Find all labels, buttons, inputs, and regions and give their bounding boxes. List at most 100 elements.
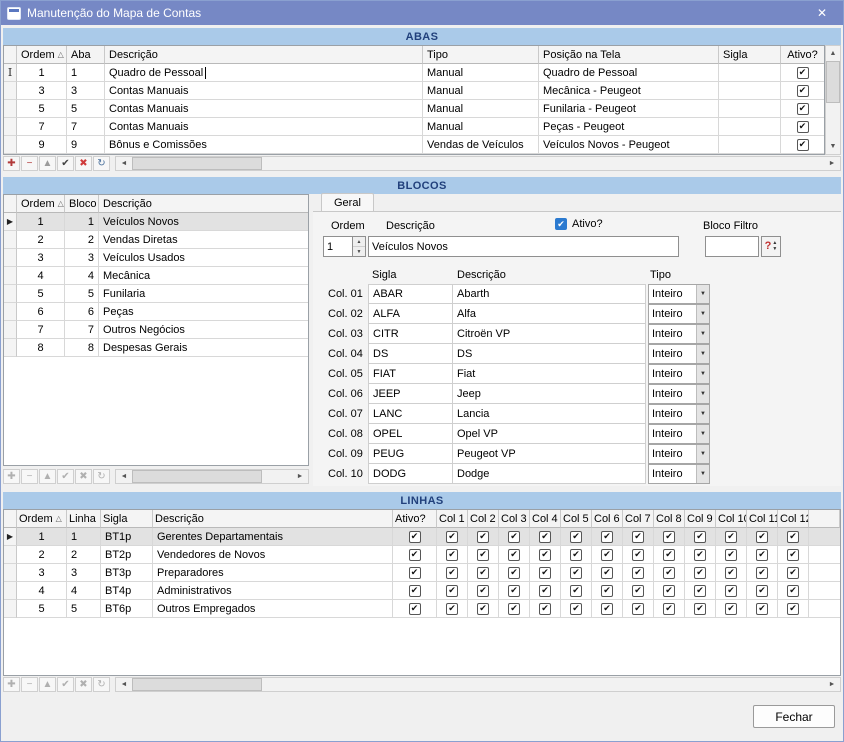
cell-ativo[interactable]: ✔ bbox=[781, 64, 824, 82]
col-checkbox[interactable]: ✔ bbox=[725, 530, 737, 543]
ativo-checkbox[interactable]: ✔ bbox=[796, 102, 809, 115]
cols-grid-row[interactable]: Col. 06 JEEP Jeep Inteiro ▼ bbox=[328, 384, 710, 404]
cell[interactable]: Outros Empregados bbox=[153, 600, 393, 618]
col-checkbox[interactable]: ✔ bbox=[756, 566, 768, 579]
cell[interactable] bbox=[719, 136, 781, 154]
col-checkbox[interactable]: ✔ bbox=[787, 530, 799, 543]
col-checkbox[interactable]: ✔ bbox=[663, 584, 675, 597]
cell[interactable]: 5 bbox=[17, 285, 65, 303]
cell-col-check[interactable]: ✔ bbox=[778, 600, 809, 618]
cell[interactable]: 6 bbox=[65, 303, 99, 321]
col-checkbox[interactable]: ✔ bbox=[663, 602, 675, 615]
cell-col-check[interactable]: ✔ bbox=[592, 600, 623, 618]
cell-col-check[interactable]: ✔ bbox=[530, 564, 561, 582]
blocos-table-row[interactable]: 2 2 Vendas Diretas bbox=[4, 231, 308, 249]
linhas-column-header[interactable]: Col 7 bbox=[623, 510, 654, 528]
tipo-dropdown[interactable]: Inteiro ▼ bbox=[648, 364, 710, 384]
cell-col-check[interactable]: ✔ bbox=[437, 582, 468, 600]
cell[interactable]: BT3p bbox=[101, 564, 153, 582]
cell-col-check[interactable]: ✔ bbox=[623, 564, 654, 582]
scroll-up-button[interactable]: ▲ bbox=[826, 46, 840, 61]
descricao-cell[interactable]: Dodge bbox=[453, 464, 646, 484]
cell-col-check[interactable]: ✔ bbox=[623, 600, 654, 618]
cell-col-check[interactable]: ✔ bbox=[716, 546, 747, 564]
cell[interactable]: 3 bbox=[67, 82, 105, 100]
scroll-left-button[interactable]: ◄ bbox=[116, 470, 132, 483]
descricao-cell[interactable]: Lancia bbox=[453, 404, 646, 424]
cell-col-check[interactable]: ✔ bbox=[747, 600, 778, 618]
scrollbar-thumb[interactable] bbox=[132, 470, 262, 483]
col-checkbox[interactable]: ✔ bbox=[787, 602, 799, 615]
cell-col-check[interactable]: ✔ bbox=[716, 528, 747, 546]
close-dialog-button[interactable]: Fechar bbox=[753, 705, 835, 728]
chevron-down-icon[interactable]: ▼ bbox=[696, 385, 709, 403]
linhas-column-header[interactable]: Col 8 bbox=[654, 510, 685, 528]
cell[interactable]: 5 bbox=[65, 285, 99, 303]
cell[interactable]: 3 bbox=[17, 82, 67, 100]
cell-col-check[interactable]: ✔ bbox=[685, 546, 716, 564]
col-checkbox[interactable]: ✔ bbox=[663, 566, 675, 579]
tipo-dropdown[interactable]: Inteiro ▼ bbox=[648, 384, 710, 404]
abas-table-row[interactable]: I 1 1 Quadro de Pessoal Manual Quadro de Pess… bbox=[4, 64, 824, 82]
linhas-column-header[interactable]: Col 12 bbox=[778, 510, 809, 528]
col-checkbox[interactable]: ✔ bbox=[446, 548, 458, 561]
tipo-dropdown[interactable]: Inteiro ▼ bbox=[648, 344, 710, 364]
cell-col-check[interactable]: ✔ bbox=[778, 528, 809, 546]
cell[interactable]: Preparadores bbox=[153, 564, 393, 582]
cell-col-check[interactable]: ✔ bbox=[654, 528, 685, 546]
cell-col-check[interactable]: ✔ bbox=[437, 564, 468, 582]
cell[interactable]: 1 bbox=[17, 64, 67, 82]
col-checkbox[interactable]: ✔ bbox=[787, 566, 799, 579]
col-checkbox[interactable]: ✔ bbox=[446, 602, 458, 615]
cell[interactable]: 9 bbox=[17, 136, 67, 154]
linhas-column-header[interactable]: Ordem △ bbox=[17, 510, 67, 528]
cell-col-check[interactable]: ✔ bbox=[592, 546, 623, 564]
cell[interactable]: 4 bbox=[65, 267, 99, 285]
cell[interactable]: Contas Manuais bbox=[105, 100, 423, 118]
cell[interactable]: 7 bbox=[67, 118, 105, 136]
col-checkbox[interactable]: ✔ bbox=[477, 548, 489, 561]
scroll-down-button[interactable]: ▼ bbox=[826, 139, 840, 154]
linhas-column-header[interactable]: Col 2 bbox=[468, 510, 499, 528]
cols-grid-row[interactable]: Col. 08 OPEL Opel VP Inteiro ▼ bbox=[328, 424, 710, 444]
horizontal-scrollbar[interactable]: ◄ ► bbox=[115, 677, 841, 692]
spinner-down-icon[interactable]: ▼ bbox=[353, 247, 365, 256]
col-checkbox[interactable]: ✔ bbox=[632, 602, 644, 615]
linhas-column-header[interactable]: Col 6 bbox=[592, 510, 623, 528]
cell[interactable]: 1 bbox=[17, 213, 65, 231]
linhas-table-row[interactable]: ▶ 1 1 BT1p Gerentes Departamentais ✔ ✔ ✔ ✔ ✔ ✔ ✔ ✔ ✔ ✔… bbox=[4, 528, 840, 546]
col-checkbox[interactable]: ✔ bbox=[539, 584, 551, 597]
abas-column-header[interactable]: Sigla bbox=[719, 46, 781, 64]
refresh-button[interactable]: ↻ bbox=[93, 469, 110, 484]
cell-col-check[interactable]: ✔ bbox=[778, 582, 809, 600]
scrollbar-thumb[interactable] bbox=[132, 157, 262, 170]
col-checkbox[interactable]: ✔ bbox=[663, 530, 675, 543]
linhas-column-header[interactable]: Col 9 bbox=[685, 510, 716, 528]
sigla-cell[interactable]: DODG bbox=[368, 464, 453, 484]
col-checkbox[interactable]: ✔ bbox=[477, 566, 489, 579]
descricao-cell[interactable]: DS bbox=[453, 344, 646, 364]
tipo-dropdown[interactable]: Inteiro ▼ bbox=[648, 284, 710, 304]
cell[interactable]: BT6p bbox=[101, 600, 153, 618]
sigla-cell[interactable]: LANC bbox=[368, 404, 453, 424]
cell[interactable]: Contas Manuais bbox=[105, 118, 423, 136]
ativo-checkbox[interactable]: ✔ bbox=[408, 530, 421, 543]
cell[interactable]: Quadro de Pessoal bbox=[539, 64, 719, 82]
abas-table-row[interactable]: 9 9 Bônus e Comissões Vendas de Veículos Veí… bbox=[4, 136, 824, 154]
cell[interactable]: Administrativos bbox=[153, 582, 393, 600]
cell-col-check[interactable]: ✔ bbox=[561, 546, 592, 564]
cell[interactable]: Despesas Gerais bbox=[99, 339, 308, 357]
cell[interactable]: 2 bbox=[17, 546, 67, 564]
cell-col-check[interactable]: ✔ bbox=[468, 546, 499, 564]
cell[interactable]: Veículos Novos bbox=[99, 213, 308, 231]
col-checkbox[interactable]: ✔ bbox=[694, 530, 706, 543]
chevron-down-icon[interactable]: ▼ bbox=[696, 445, 709, 463]
linhas-column-header[interactable]: Col 4 bbox=[530, 510, 561, 528]
cell[interactable]: 9 bbox=[67, 136, 105, 154]
col-checkbox[interactable]: ✔ bbox=[601, 602, 613, 615]
col-checkbox[interactable]: ✔ bbox=[756, 530, 768, 543]
col-checkbox[interactable]: ✔ bbox=[570, 530, 582, 543]
cell[interactable]: 1 bbox=[67, 64, 105, 82]
cell-col-check[interactable]: ✔ bbox=[747, 564, 778, 582]
col-checkbox[interactable]: ✔ bbox=[446, 566, 458, 579]
